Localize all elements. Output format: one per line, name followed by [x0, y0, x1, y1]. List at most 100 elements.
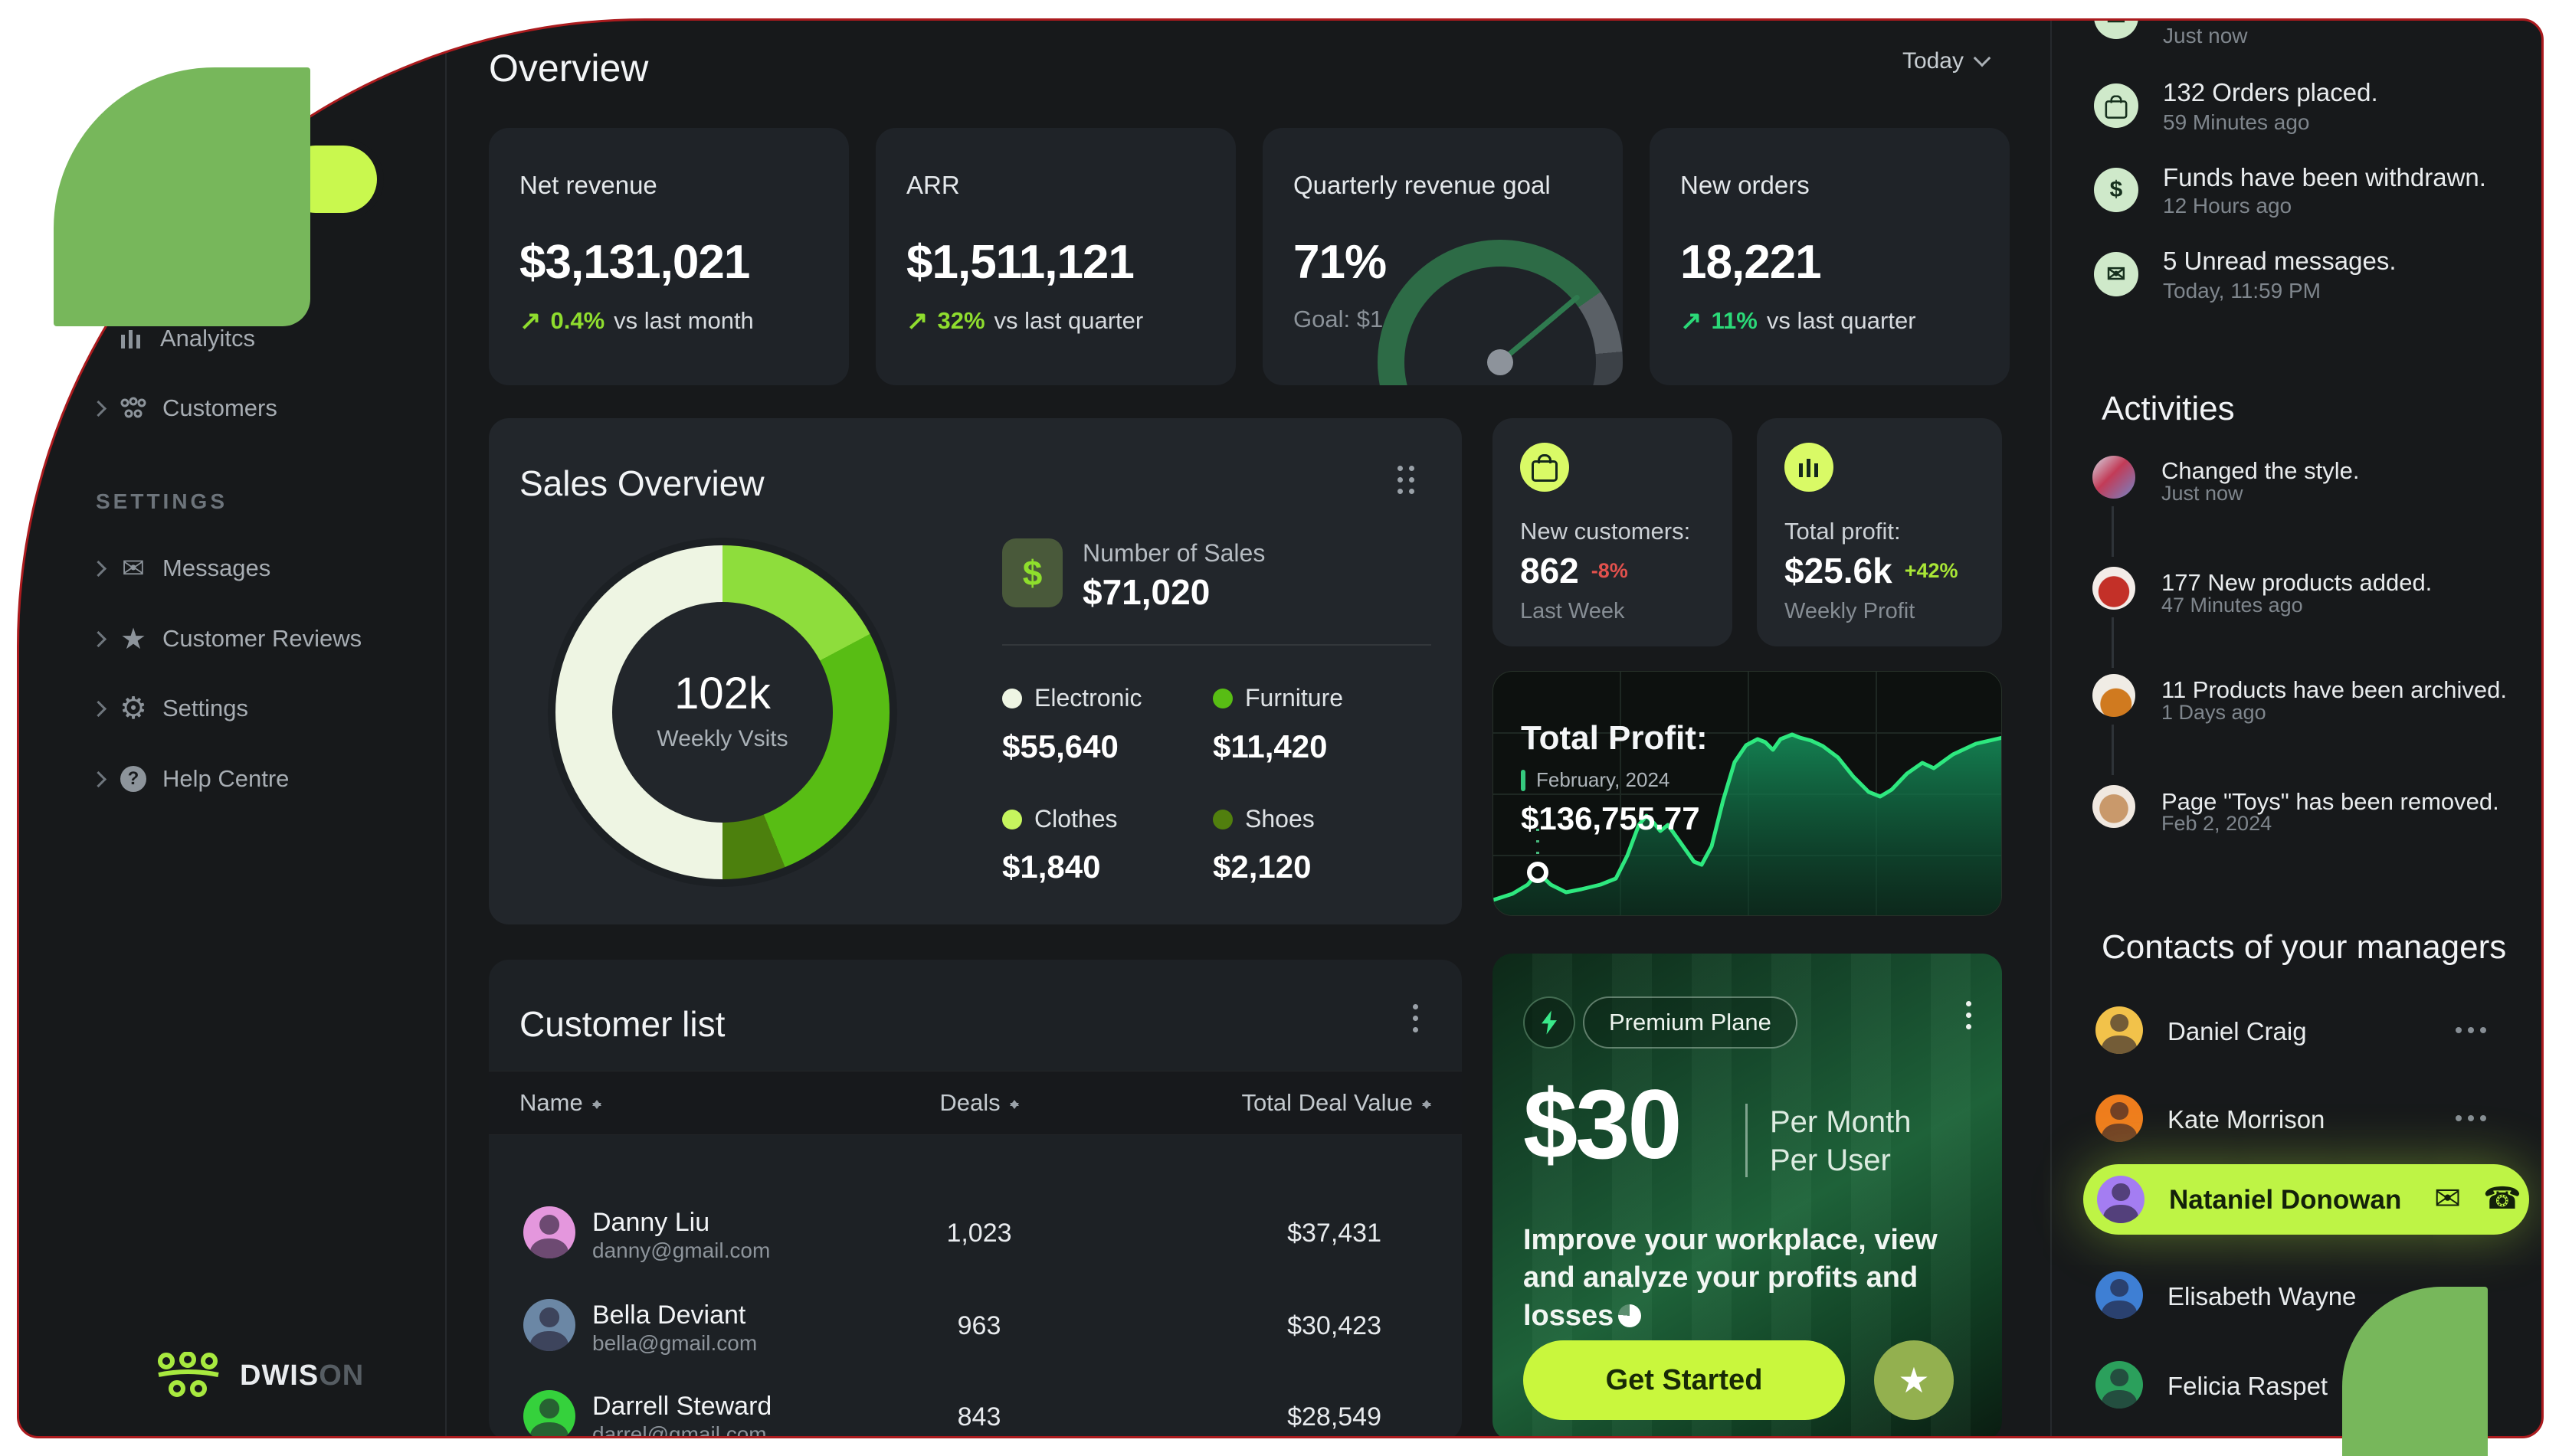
- sidebar-divider: [445, 21, 447, 1436]
- legend-value: $1,840: [1002, 849, 1100, 885]
- timeline-connector: [2112, 725, 2114, 775]
- activity-time: Just now: [2161, 482, 2243, 506]
- notification-time: Today, 11:59 PM: [2163, 279, 2321, 303]
- sidebar-item-customers[interactable]: Customers: [93, 388, 430, 428]
- customer-deal-value: $30,423: [1287, 1311, 1381, 1341]
- sidebar-item-label: Help Centre: [162, 765, 289, 793]
- phone-icon[interactable]: ☎: [2483, 1181, 2521, 1216]
- avatar: [523, 1206, 575, 1258]
- activity-time: 1 Days ago: [2161, 701, 2266, 725]
- date-range-dropdown[interactable]: Today: [1804, 48, 1988, 74]
- customer-deal-value: $37,431: [1287, 1219, 1381, 1248]
- envelope-icon: ✉: [118, 553, 149, 584]
- contact-name: Elisabeth Wayne: [2167, 1282, 2356, 1311]
- sidebar-item-help-centre[interactable]: ? Help Centre: [93, 759, 430, 799]
- sort-icon: [1010, 1095, 1019, 1114]
- contact-row-highlighted[interactable]: Nataniel Donowan ✉ ☎: [2083, 1164, 2529, 1235]
- legend-item-electronic: Electronic: [1002, 684, 1142, 712]
- help-icon: ?: [118, 764, 149, 794]
- bar-chart-icon: [1784, 443, 1833, 492]
- customer-name: Bella Deviant: [592, 1301, 745, 1330]
- column-header-deals[interactable]: Deals: [918, 1072, 1040, 1134]
- avatar: [2095, 1271, 2143, 1319]
- kebab-menu-icon[interactable]: [1961, 996, 1976, 1034]
- activity-time: Feb 2, 2024: [2161, 812, 2272, 836]
- trend-up-icon: ↗: [519, 306, 542, 336]
- mini-value: $25.6k: [1784, 550, 1892, 591]
- activity-time: 47 Minutes ago: [2161, 594, 2303, 617]
- mini-delta: -8%: [1591, 559, 1628, 583]
- mini-sub: Weekly Profit: [1784, 599, 1915, 624]
- timeline-connector: [2112, 506, 2114, 557]
- number-of-sales-value: $71,020: [1083, 571, 1210, 613]
- avatar: [523, 1390, 575, 1438]
- card-title: Sales Overview: [519, 463, 765, 504]
- customer-deals: 1,023: [918, 1219, 1040, 1248]
- weekly-visits-donut-chart: 102k Weekly Vsits: [555, 545, 890, 879]
- customer-deal-value: $28,549: [1287, 1402, 1381, 1432]
- rightbar-divider: [2050, 21, 2052, 1436]
- avatar: [2095, 1361, 2143, 1409]
- chart-marker: [1529, 864, 1546, 881]
- bar-chart-icon: [116, 323, 146, 354]
- profit-area-chart: [1493, 672, 2002, 916]
- grid-menu-icon[interactable]: [1393, 461, 1419, 499]
- more-menu-icon[interactable]: [2456, 1115, 2462, 1121]
- price: $30: [1523, 1068, 1680, 1181]
- legend-value: $11,420: [1213, 728, 1328, 765]
- contact-name: Nataniel Donowan: [2169, 1185, 2401, 1216]
- avatar: [523, 1299, 575, 1351]
- kebab-menu-icon[interactable]: [1408, 1000, 1423, 1037]
- legend-dot: [1213, 810, 1233, 829]
- chart-title: Total Profit:: [1521, 719, 1708, 757]
- star-icon: ★: [1898, 1359, 1929, 1401]
- sidebar-item-messages[interactable]: ✉ Messages: [93, 548, 430, 588]
- column-header-name[interactable]: Name: [519, 1072, 601, 1134]
- money-icon: $: [2094, 168, 2138, 212]
- number-of-sales-label: Number of Sales: [1083, 539, 1265, 568]
- customer-list-card: Customer list Name Deals Total Deal Valu…: [489, 960, 1462, 1438]
- chevron-right-icon: [90, 630, 106, 646]
- notification-time: Just now: [2163, 24, 2248, 48]
- activity-thumbnail: [2092, 785, 2135, 828]
- column-header-total-deal-value[interactable]: Total Deal Value: [1242, 1072, 1431, 1134]
- customer-email: bella@gmail.com: [592, 1331, 757, 1356]
- get-started-button[interactable]: Get Started: [1523, 1340, 1845, 1420]
- stat-card-quarterly-goal: Quarterly revenue goal 71% Goal: $1,1M: [1263, 128, 1623, 385]
- avatar: [2097, 1176, 2145, 1223]
- trend-up-icon: ↗: [906, 306, 929, 336]
- price-per-month: Per Month: [1770, 1105, 1912, 1140]
- activity-thumbnail: [2092, 456, 2135, 499]
- contact-name: Kate Morrison: [2167, 1105, 2325, 1134]
- stat-card-new-orders: New orders 18,221 ↗ 11% vs last quarter: [1650, 128, 2010, 385]
- logo-network-icon: [156, 1352, 221, 1399]
- period-tick: [1521, 770, 1525, 791]
- activity-thumbnail: [2092, 674, 2135, 717]
- legend-item-clothes: Clothes: [1002, 805, 1118, 833]
- contacts-title: Contacts of your managers: [2102, 928, 2506, 967]
- logo-text: DWIS: [240, 1359, 319, 1392]
- customer-deals: 963: [918, 1311, 1040, 1341]
- mini-label: New customers:: [1520, 518, 1690, 545]
- notification-title: Funds have been withdrawn.: [2163, 163, 2486, 192]
- gear-icon: ⚙: [118, 693, 149, 724]
- dollar-icon: $: [1002, 538, 1063, 607]
- more-menu-icon[interactable]: [2456, 1027, 2462, 1033]
- notification-time: 59 Minutes ago: [2163, 110, 2309, 135]
- app-logo: DWISON: [156, 1352, 364, 1399]
- activity-title: 11 Products have been archived.: [2161, 676, 2507, 704]
- donut-center-value: 102k: [555, 668, 890, 719]
- page-title: Overview: [489, 46, 648, 90]
- premium-description: Improve your workplace, view and analyze…: [1523, 1222, 1968, 1335]
- activity-thumbnail: [2092, 567, 2135, 610]
- message-icon: ✉: [2094, 252, 2138, 296]
- sidebar-item-settings[interactable]: ⚙ Settings: [93, 689, 430, 728]
- mail-icon[interactable]: ✉: [2434, 1180, 2461, 1217]
- star-button[interactable]: ★: [1874, 1340, 1954, 1420]
- sidebar-item-label: Customer Reviews: [162, 625, 362, 653]
- sidebar-item-label: Customers: [162, 394, 277, 422]
- customer-email: darrel@gmail.com: [592, 1422, 767, 1438]
- legend-value: $55,640: [1002, 728, 1119, 765]
- sidebar-section-settings: SETTINGS: [96, 489, 228, 514]
- sidebar-item-customer-reviews[interactable]: ★ Customer Reviews: [93, 619, 430, 659]
